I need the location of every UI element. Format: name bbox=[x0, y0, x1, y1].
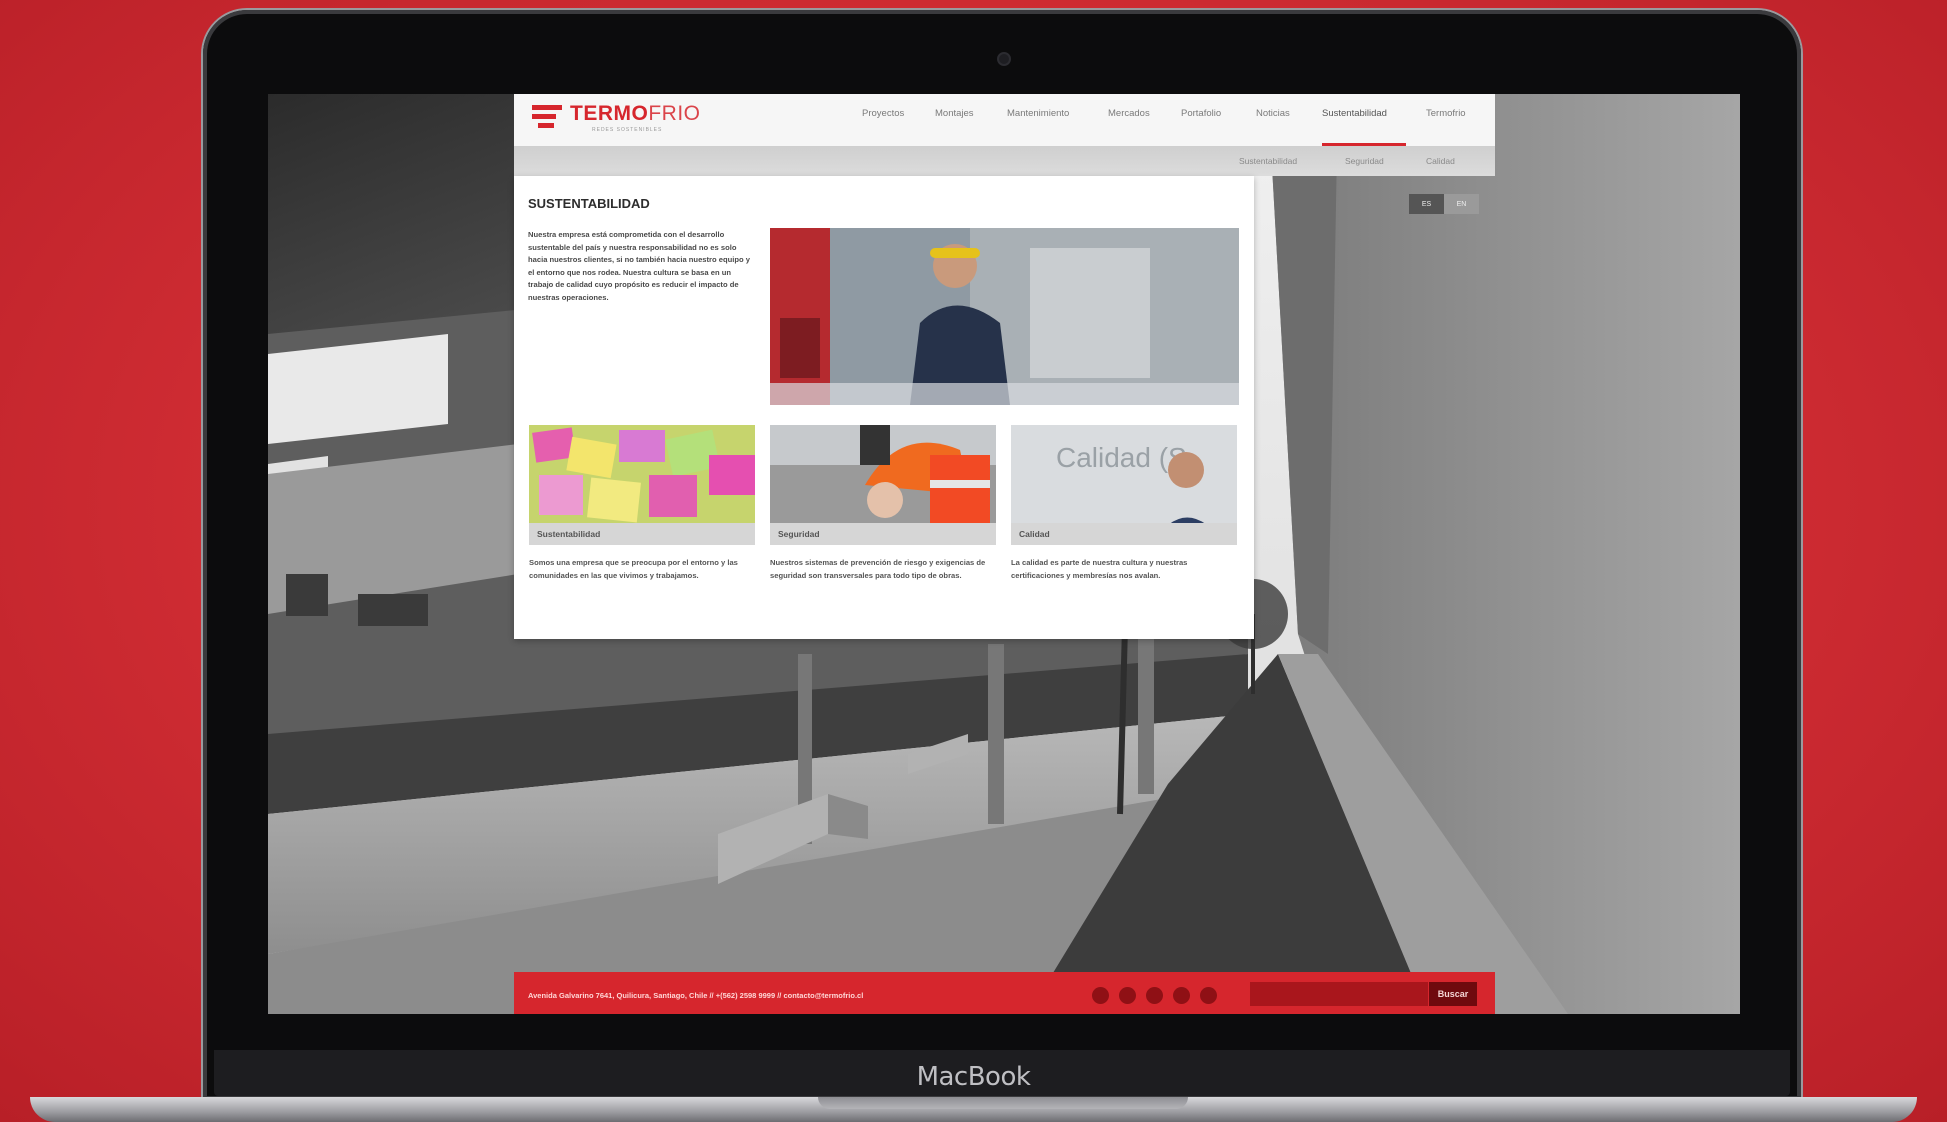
nav-item-sustentabilidad[interactable]: Sustentabilidad bbox=[1322, 108, 1387, 119]
footer-contact: Avenida Galvarino 7641, Quilicura, Santi… bbox=[528, 991, 864, 1000]
card-calidad-description: La calidad es parte de nuestra cultura y… bbox=[1011, 558, 1188, 580]
laptop-base-notch bbox=[818, 1097, 1188, 1109]
intro-text: Nuestra empresa está comprometida con el… bbox=[528, 230, 750, 302]
linkedin-icon[interactable] bbox=[1092, 987, 1109, 1004]
nav-item-termofrio[interactable]: Termofrio bbox=[1426, 108, 1466, 119]
hero-worker-photo bbox=[770, 228, 1239, 405]
language-switcher: ES EN bbox=[1409, 194, 1479, 214]
card-label: Sustentabilidad bbox=[529, 523, 755, 545]
nav-item-portafolio[interactable]: Portafolio bbox=[1181, 108, 1221, 119]
facebook-icon[interactable] bbox=[1119, 987, 1136, 1004]
card-label: Calidad bbox=[1011, 523, 1237, 545]
search-input[interactable] bbox=[1250, 982, 1428, 1006]
language-es-button[interactable]: ES bbox=[1409, 194, 1444, 214]
search-button[interactable]: Buscar bbox=[1429, 982, 1477, 1006]
nav-item-mercados[interactable]: Mercados bbox=[1108, 108, 1150, 119]
card-calidad[interactable]: Calidad (S Calidad bbox=[1011, 425, 1237, 545]
card-sustentabilidad-description: Somos una empresa que se preocupa por el… bbox=[529, 558, 738, 580]
calidad-image-caption: Calidad (S bbox=[1056, 442, 1187, 473]
subnav-item-sustentabilidad[interactable]: Sustentabilidad bbox=[1239, 156, 1297, 166]
nav-item-noticias[interactable]: Noticias bbox=[1256, 108, 1290, 119]
card-label: Seguridad bbox=[770, 523, 996, 545]
language-en-button[interactable]: EN bbox=[1444, 194, 1479, 214]
youtube-icon[interactable] bbox=[1173, 987, 1190, 1004]
main-nav: Proyectos Montajes Mantenimiento Mercado… bbox=[0, 108, 1947, 122]
twitter-icon[interactable] bbox=[1146, 987, 1163, 1004]
card-sustentabilidad[interactable]: Sustentabilidad bbox=[529, 425, 755, 545]
logo-tagline: REDES SOSTENIBLES bbox=[592, 127, 663, 133]
nav-item-montajes[interactable]: Montajes bbox=[935, 108, 974, 119]
subnav-item-calidad[interactable]: Calidad bbox=[1426, 156, 1455, 166]
card-seguridad-description: Nuestros sistemas de prevención de riesg… bbox=[770, 558, 986, 580]
card-seguridad[interactable]: Seguridad bbox=[770, 425, 996, 545]
subnav-item-seguridad[interactable]: Seguridad bbox=[1345, 156, 1384, 166]
laptop-brand-label: MacBook bbox=[916, 1062, 1031, 1092]
camera-icon bbox=[997, 52, 1011, 66]
sub-nav: Sustentabilidad Seguridad Calidad bbox=[514, 146, 1495, 176]
page-title: SUSTENTABILIDAD bbox=[528, 196, 650, 211]
nav-item-proyectos[interactable]: Proyectos bbox=[862, 108, 904, 119]
nav-item-mantenimiento[interactable]: Mantenimiento bbox=[1007, 108, 1069, 119]
flickr-icon[interactable] bbox=[1200, 987, 1217, 1004]
